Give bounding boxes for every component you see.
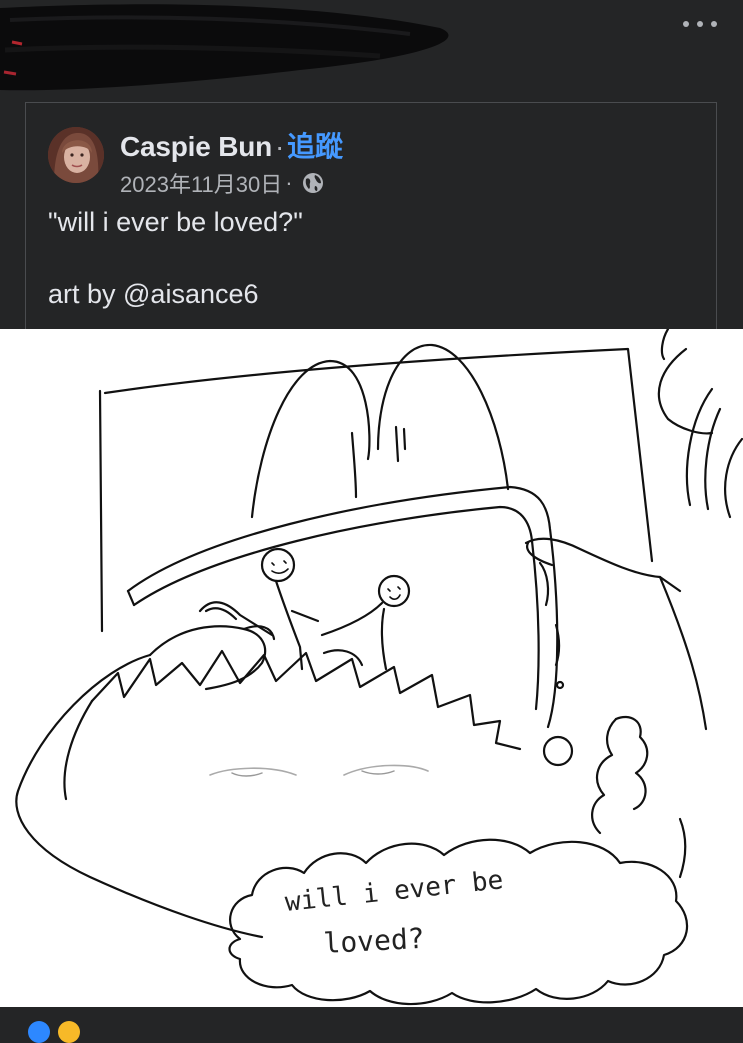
tablet-home-button [542,735,574,767]
frame-left-line [98,389,104,633]
tablet-outline [126,485,559,729]
stick-figure-head-1 [260,547,296,583]
speech-text-line-2: loved? [323,922,426,960]
post-meta: 2023年11月30日 · [120,167,324,199]
left-hand [148,625,267,691]
like-reaction-icon[interactable] [28,1021,50,1043]
globe-icon[interactable] [302,172,324,194]
hair-spikes [90,649,522,751]
left-arm [15,653,264,939]
frame-top-line [103,347,654,563]
header-bar [0,0,743,100]
profile-photo-icon [48,127,104,183]
more-dots-icon [683,21,689,27]
post-artwork-image[interactable]: will i ever be loved? [0,329,743,1007]
care-reaction-icon[interactable] [58,1021,80,1043]
reactions-bar [0,1007,743,1043]
author-name[interactable]: Caspie Bun [120,131,272,162]
post-credit: art by @aisance6 [48,279,259,309]
post-date[interactable]: 2023年11月30日 [120,167,282,199]
right-knee [376,343,510,491]
more-options-button[interactable] [683,16,717,32]
speech-bubble [228,838,689,1006]
author-separator: · [275,131,285,162]
sketch-drawing: will i ever be loved? [15,329,743,1006]
right-hand-fingers [591,717,618,835]
speech-text-line-1: will i ever be [284,865,505,918]
redaction-scribble [0,4,449,91]
author-avatar[interactable] [48,127,104,183]
meta-separator: · [285,170,293,195]
author-line: Caspie Bun · 追蹤 [120,125,343,165]
follow-link[interactable]: 追蹤 [287,131,343,162]
post-text: "will i ever be loved?" [48,207,303,237]
shared-post-card[interactable]: Caspie Bun · 追蹤 2023年11月30日 · "will i ever… [25,102,717,342]
stick-figure-head-2 [377,574,411,608]
